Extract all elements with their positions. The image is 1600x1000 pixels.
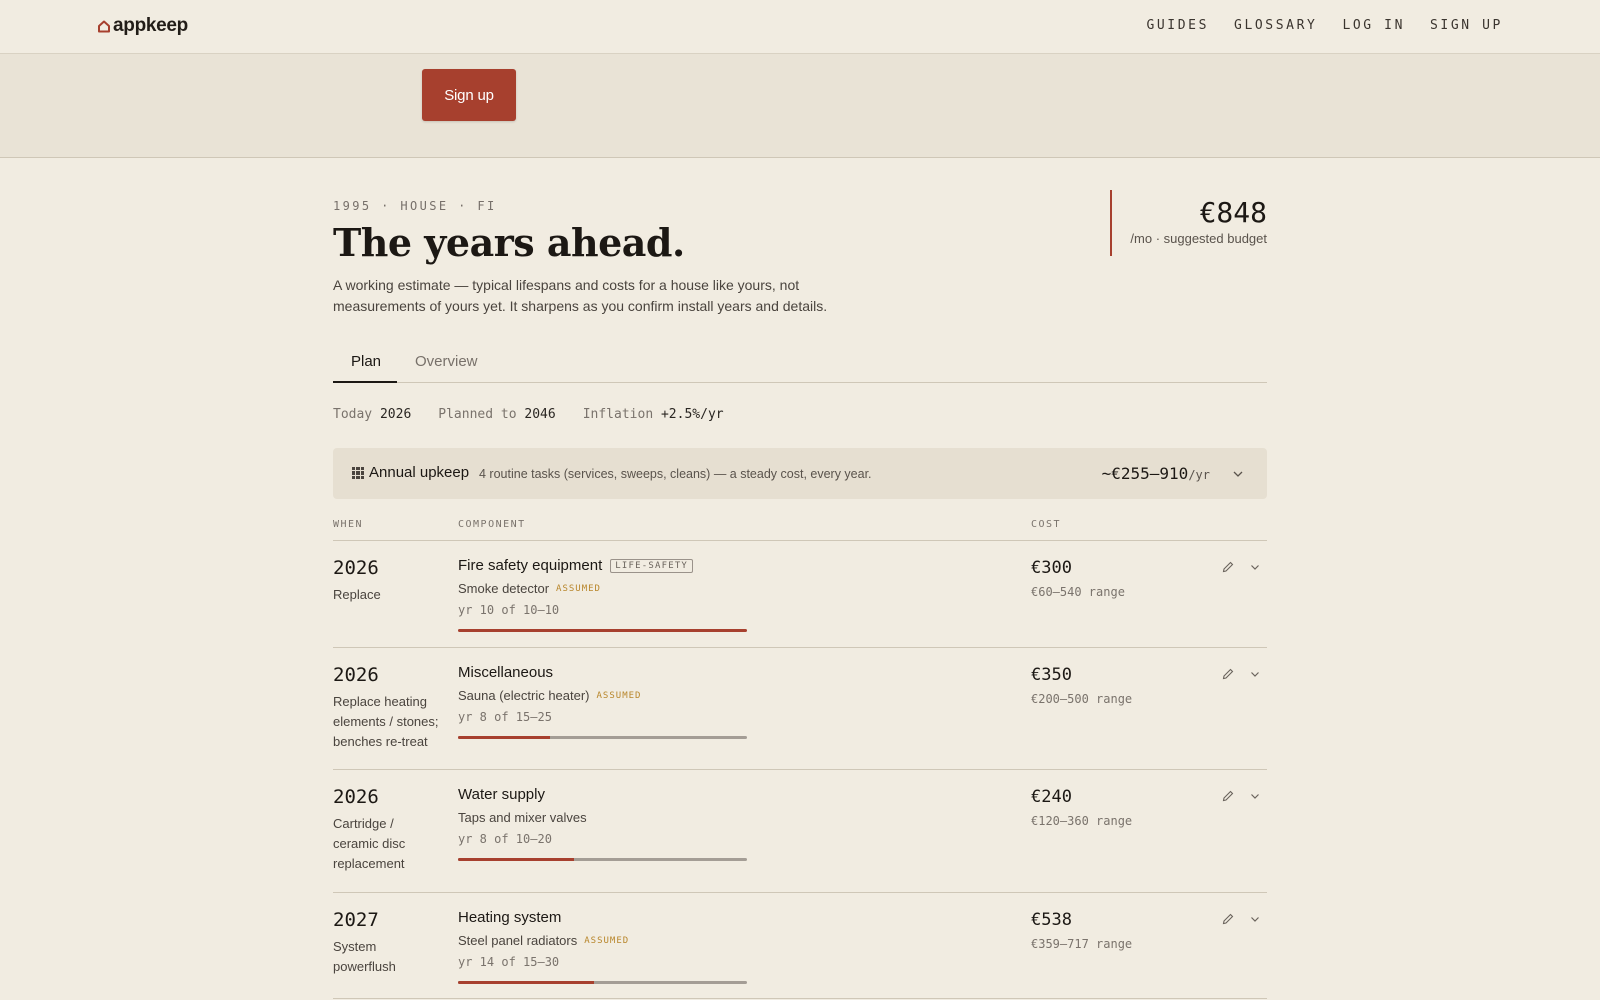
row-cost-range: €60–540 range bbox=[1031, 585, 1125, 599]
annual-upkeep-panel[interactable]: Annual upkeep 4 routine tasks (services,… bbox=[333, 448, 1267, 499]
chevron-down-icon[interactable] bbox=[1249, 913, 1261, 925]
row-cost: €350 bbox=[1031, 665, 1072, 685]
table-row[interactable]: 2026 Replace Fire safety equipment LIFE-… bbox=[333, 541, 1267, 648]
house-icon bbox=[98, 20, 110, 33]
life-progress-bar bbox=[458, 981, 747, 984]
budget-summary: €848 /mo · suggested budget bbox=[1110, 190, 1267, 256]
budget-label: /mo · suggested budget bbox=[1130, 231, 1267, 246]
upkeep-title: Annual upkeep bbox=[369, 464, 470, 481]
col-when: WHEN bbox=[333, 519, 364, 530]
nav-glossary[interactable]: GLOSSARY bbox=[1234, 18, 1317, 33]
brand-name: appkeep bbox=[113, 15, 188, 36]
property-meta: 1995 · HOUSE · FI bbox=[333, 199, 497, 213]
row-component: Heating system bbox=[458, 909, 562, 926]
signup-banner: Sign up bbox=[0, 54, 1600, 158]
row-age: yr 8 of 15–25 bbox=[458, 710, 552, 724]
plan-stats: Today 2026 Planned to 2046 Inflation +2.… bbox=[333, 407, 724, 422]
pencil-icon[interactable] bbox=[1221, 667, 1235, 681]
life-progress-bar bbox=[458, 736, 747, 739]
nav-sign-up[interactable]: SIGN UP bbox=[1430, 18, 1503, 33]
pencil-icon[interactable] bbox=[1221, 789, 1235, 803]
pencil-icon[interactable] bbox=[1221, 912, 1235, 926]
row-cost: €300 bbox=[1031, 558, 1072, 578]
col-cost: COST bbox=[1031, 519, 1062, 530]
tab-overview[interactable]: Overview bbox=[415, 353, 478, 370]
page-subtitle: A working estimate — typical lifespans a… bbox=[333, 277, 828, 314]
assumed-tag: ASSUMED bbox=[596, 690, 642, 701]
row-subcomponent: Steel panel radiators ASSUMED bbox=[458, 933, 630, 948]
row-cost-range: €200–500 range bbox=[1031, 692, 1133, 706]
grid-icon bbox=[352, 467, 364, 479]
life-progress-bar bbox=[458, 858, 747, 861]
stat-inflation: Inflation +2.5%/yr bbox=[582, 407, 724, 422]
row-year: 2026 bbox=[333, 664, 379, 686]
logo[interactable]: appkeep bbox=[97, 15, 188, 37]
row-component: Water supply bbox=[458, 786, 545, 803]
chevron-down-icon[interactable] bbox=[1249, 561, 1261, 573]
row-action: System powerflush bbox=[333, 939, 396, 974]
row-year: 2026 bbox=[333, 786, 379, 808]
row-cost-range: €359–717 range bbox=[1031, 937, 1133, 951]
row-cost: €538 bbox=[1031, 910, 1072, 930]
chevron-down-icon[interactable] bbox=[1249, 790, 1261, 802]
page-title: The years ahead. bbox=[333, 220, 685, 265]
row-cost: €240 bbox=[1031, 787, 1072, 807]
assumed-tag: ASSUMED bbox=[584, 935, 630, 946]
table-row[interactable]: 2027 System powerflush Heating system St… bbox=[333, 893, 1267, 999]
tab-bar: Plan Overview bbox=[333, 343, 1267, 383]
stat-planned: Planned to 2046 bbox=[438, 407, 556, 422]
col-component: COMPONENT bbox=[458, 519, 526, 530]
life-progress-bar bbox=[458, 629, 747, 632]
row-component: Miscellaneous bbox=[458, 664, 554, 681]
table-header: WHEN COMPONENT COST bbox=[333, 518, 1267, 541]
life-safety-badge: LIFE-SAFETY bbox=[610, 558, 694, 573]
tab-plan[interactable]: Plan bbox=[351, 353, 381, 370]
table-row[interactable]: 2026 Replace heating elements / stones; … bbox=[333, 648, 1267, 770]
sign-up-button[interactable]: Sign up bbox=[422, 69, 516, 121]
row-age: yr 14 of 15–30 bbox=[458, 955, 560, 969]
top-nav: appkeep GUIDES GLOSSARY LOG IN SIGN UP bbox=[0, 0, 1600, 54]
active-tab-indicator bbox=[333, 381, 397, 383]
budget-amount: €848 bbox=[1199, 196, 1267, 229]
row-component: Fire safety equipment LIFE-SAFETY bbox=[458, 557, 694, 574]
row-subcomponent: Sauna (electric heater) ASSUMED bbox=[458, 688, 642, 703]
upkeep-cost: ~€255–910/yr bbox=[1101, 464, 1210, 483]
chevron-down-icon[interactable] bbox=[1231, 467, 1245, 481]
row-year: 2027 bbox=[333, 909, 379, 931]
row-subcomponent: Smoke detector ASSUMED bbox=[458, 581, 601, 596]
row-cost-range: €120–360 range bbox=[1031, 814, 1133, 828]
row-action: Replace heating elements / stones; bench… bbox=[333, 694, 439, 749]
chevron-down-icon[interactable] bbox=[1249, 668, 1261, 680]
stat-today: Today 2026 bbox=[333, 407, 412, 422]
pencil-icon[interactable] bbox=[1221, 560, 1235, 574]
nav-links: GUIDES GLOSSARY LOG IN SIGN UP bbox=[1146, 18, 1503, 33]
table-row[interactable]: 2026 Cartridge / ceramic disc replacemen… bbox=[333, 770, 1267, 893]
nav-guides[interactable]: GUIDES bbox=[1146, 18, 1209, 33]
row-action: Replace bbox=[333, 587, 381, 602]
upkeep-description: 4 routine tasks (services, sweeps, clean… bbox=[479, 467, 872, 481]
assumed-tag: ASSUMED bbox=[556, 583, 601, 594]
row-subcomponent: Taps and mixer valves bbox=[458, 810, 587, 825]
row-age: yr 8 of 10–20 bbox=[458, 832, 552, 846]
row-age: yr 10 of 10–10 bbox=[458, 603, 560, 617]
row-action: Cartridge / ceramic disc replacement bbox=[333, 816, 406, 871]
row-year: 2026 bbox=[333, 557, 379, 579]
nav-log-in[interactable]: LOG IN bbox=[1342, 18, 1405, 33]
